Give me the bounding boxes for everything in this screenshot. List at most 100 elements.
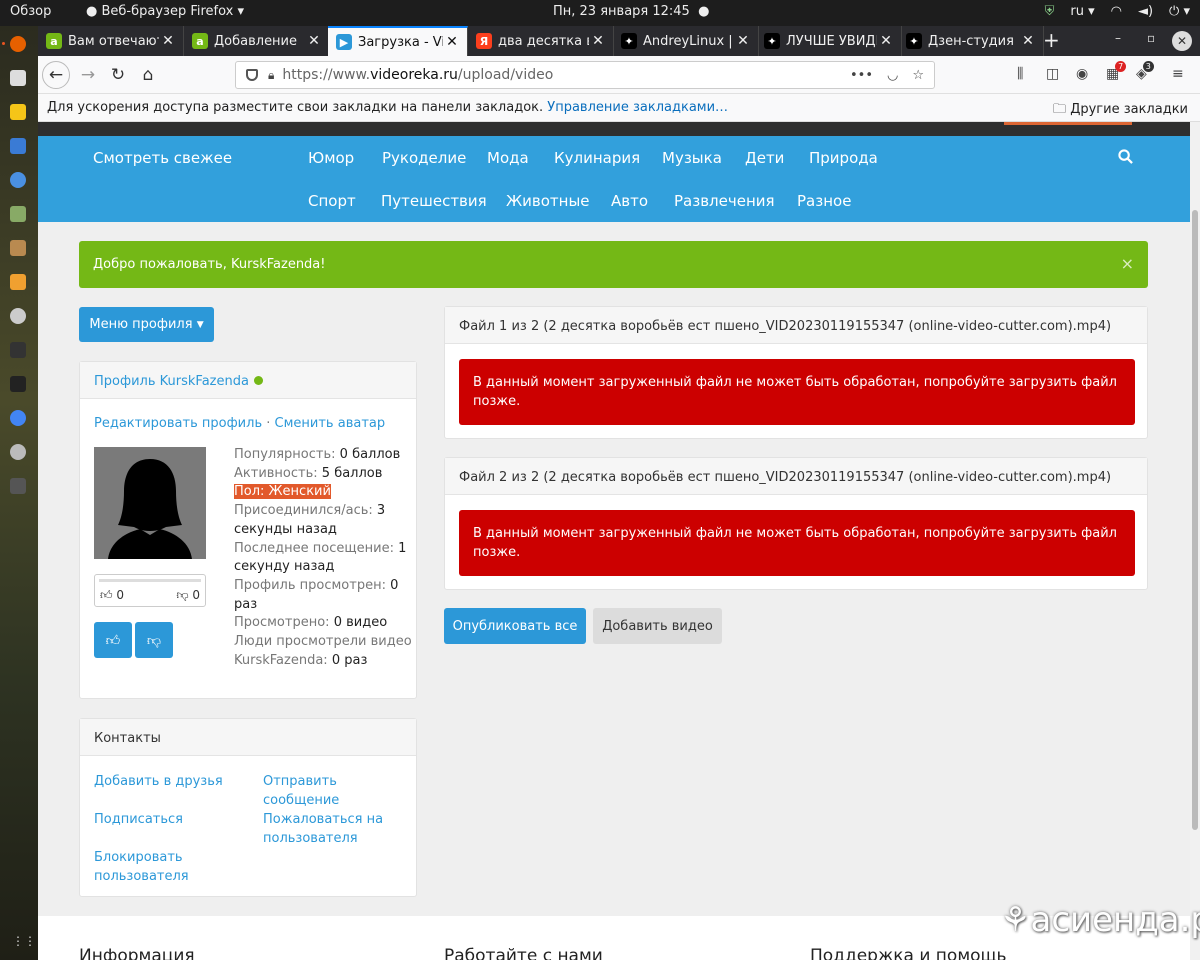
nav-item-music[interactable]: Музыка: [662, 149, 722, 167]
lock-icon[interactable]: 🔒︎: [268, 68, 274, 83]
bookmark-star-icon[interactable]: ☆: [912, 68, 924, 83]
account-icon[interactable]: ◉: [1076, 66, 1088, 82]
reload-icon[interactable]: ↻: [104, 61, 132, 89]
page-scrollbar[interactable]: [1190, 122, 1200, 960]
edit-profile-link[interactable]: Редактировать профиль: [94, 416, 262, 431]
stat-label: Профиль просмотрен:: [234, 577, 386, 593]
close-tab-icon[interactable]: ✕: [734, 33, 752, 49]
tab-5[interactable]: ✦ ЛУЧШЕ УВИДЕ ✕: [756, 26, 902, 56]
keyboard-layout[interactable]: ru ▾: [1070, 4, 1094, 19]
close-tab-icon[interactable]: ✕: [1019, 33, 1037, 49]
nav-item-travel[interactable]: Путешествия: [381, 192, 487, 210]
nav-item-humor[interactable]: Юмор: [308, 149, 354, 167]
library-icon[interactable]: ⫼: [1017, 66, 1023, 82]
power-icon[interactable]: ⏻ ▾: [1169, 4, 1190, 19]
search-icon[interactable]: [1118, 149, 1133, 168]
tab-6[interactable]: ✦ Дзен-студия ✕: [898, 26, 1044, 56]
pocket-icon[interactable]: ◡: [887, 68, 898, 83]
tab-title: ЛУЧШЕ УВИДЕ: [786, 33, 877, 49]
add-friend-link[interactable]: Добавить в друзья: [94, 772, 244, 791]
shield-tray-icon[interactable]: ⛨: [1045, 4, 1055, 19]
site-watermark: ⚘асиенда.ру: [1000, 900, 1200, 940]
system-tray[interactable]: ⛨ ru ▾ ◠ ◄) ⏻ ▾: [1045, 4, 1190, 19]
writer-dock-icon[interactable]: [10, 138, 26, 154]
tab-2[interactable]: ▶ Загрузка - Vid✕: [328, 26, 468, 56]
minimize-icon[interactable]: –: [1115, 31, 1121, 45]
menu-icon[interactable]: ≡: [1172, 66, 1184, 82]
tracking-shield-icon[interactable]: [246, 69, 258, 81]
header-red-accent: [1004, 122, 1132, 125]
like-button[interactable]: 👍︎: [94, 622, 132, 658]
tab-0[interactable]: a Вам отвечают ✕: [38, 26, 184, 56]
nav-item-handicraft[interactable]: Рукоделие: [382, 149, 466, 167]
camera-dock-icon[interactable]: [10, 444, 26, 460]
scrollbar-thumb[interactable]: [1192, 210, 1198, 830]
nav-item-cooking[interactable]: Кулинария: [554, 149, 640, 167]
close-window-icon[interactable]: ✕: [1172, 31, 1192, 51]
wifi-icon[interactable]: ◠: [1111, 4, 1122, 19]
software-dock-icon[interactable]: [10, 206, 26, 222]
close-tab-icon[interactable]: ✕: [159, 33, 177, 49]
tab-title: два десятка в: [498, 33, 589, 49]
nav-item-animals[interactable]: Животные: [506, 192, 590, 210]
forward-arrow-icon[interactable]: →: [74, 61, 102, 89]
report-user-link[interactable]: Пожаловаться на пользователя: [263, 810, 393, 848]
files-dock-icon[interactable]: [10, 70, 26, 86]
publish-all-button[interactable]: Опубликовать все: [444, 608, 586, 644]
sidebar-icon[interactable]: ◫: [1046, 66, 1059, 82]
add-video-button[interactable]: Добавить видео: [593, 608, 722, 644]
send-message-link[interactable]: Отправить сообщение: [263, 772, 383, 810]
tab-4[interactable]: ✦ AndreyLinux | ✕: [613, 26, 759, 56]
close-tab-icon[interactable]: ✕: [443, 34, 461, 50]
close-tab-icon[interactable]: ✕: [877, 33, 895, 49]
page-actions-icon[interactable]: •••: [850, 68, 873, 83]
home-icon[interactable]: ⌂: [134, 61, 162, 89]
close-tab-icon[interactable]: ✕: [589, 33, 607, 49]
url-bar[interactable]: 🔒︎ https://www.videoreka.ru/upload/video…: [235, 61, 935, 89]
volume-icon[interactable]: ◄): [1138, 4, 1153, 19]
dislike-button[interactable]: 👎︎: [135, 622, 173, 658]
subscribe-link[interactable]: Подписаться: [94, 810, 244, 829]
notification-extension-icon[interactable]: ◈ 3: [1136, 61, 1154, 82]
app-menu[interactable]: ● Веб-браузер Firefox ▾: [86, 4, 244, 19]
monitor-dock-icon[interactable]: [10, 342, 26, 358]
firefox-dock-icon[interactable]: [10, 36, 26, 52]
thumb-up-icon: 👍︎: [105, 632, 121, 649]
terminal-dock-icon[interactable]: [10, 376, 26, 392]
nav-item-misc[interactable]: Разное: [797, 192, 851, 210]
other-bookmarks[interactable]: 🗀︎ Другие закладки: [1053, 100, 1188, 122]
help-dock-icon[interactable]: [10, 172, 26, 188]
manage-bookmarks-link[interactable]: Управление закладками…: [547, 100, 728, 115]
activities-button[interactable]: Обзор: [10, 4, 51, 19]
stat-value: 0 раз: [331, 652, 368, 668]
clock[interactable]: Пн, 23 января 12:45 ●: [553, 4, 709, 19]
block-user-link[interactable]: Блокировать пользователя: [94, 848, 214, 886]
chrome-dock-icon[interactable]: [10, 410, 26, 426]
profile-title-link[interactable]: Профиль KurskFazenda: [94, 374, 249, 389]
new-tab-icon[interactable]: +: [1043, 28, 1060, 52]
tab-1[interactable]: a Добавление ✕: [184, 26, 330, 56]
show-apps-icon[interactable]: ⋮⋮: [12, 934, 36, 948]
change-avatar-link[interactable]: Сменить аватар: [275, 416, 386, 431]
back-arrow-icon[interactable]: ←: [42, 61, 70, 89]
close-alert-icon[interactable]: ×: [1121, 254, 1134, 273]
nav-item-auto[interactable]: Авто: [611, 192, 648, 210]
archive-dock-icon[interactable]: [10, 240, 26, 256]
nav-item-entertainment[interactable]: Развлечения: [674, 192, 775, 210]
nav-item-nature[interactable]: Природа: [809, 149, 878, 167]
phone-dock-icon[interactable]: [10, 478, 26, 494]
maximize-icon[interactable]: ▫: [1147, 31, 1155, 45]
avatar[interactable]: [94, 447, 206, 559]
rhythmbox-dock-icon[interactable]: [10, 104, 26, 120]
extension-icon[interactable]: ▦ 7: [1106, 61, 1127, 82]
nav-item-sport[interactable]: Спорт: [308, 192, 356, 210]
nav-item-fashion[interactable]: Мода: [487, 149, 529, 167]
watch-fresh-link[interactable]: Смотреть свежее: [93, 149, 232, 167]
nav-item-kids[interactable]: Дети: [745, 149, 784, 167]
profile-menu-button[interactable]: Меню профиля ▼: [79, 307, 214, 342]
bookmarks-hint-text: Для ускорения доступа разместите свои за…: [47, 100, 544, 115]
tab-3[interactable]: Ядва десятка в ✕: [468, 26, 614, 56]
disk-dock-icon[interactable]: [10, 308, 26, 324]
calculator-dock-icon[interactable]: [10, 274, 26, 290]
close-tab-icon[interactable]: ✕: [305, 33, 323, 49]
